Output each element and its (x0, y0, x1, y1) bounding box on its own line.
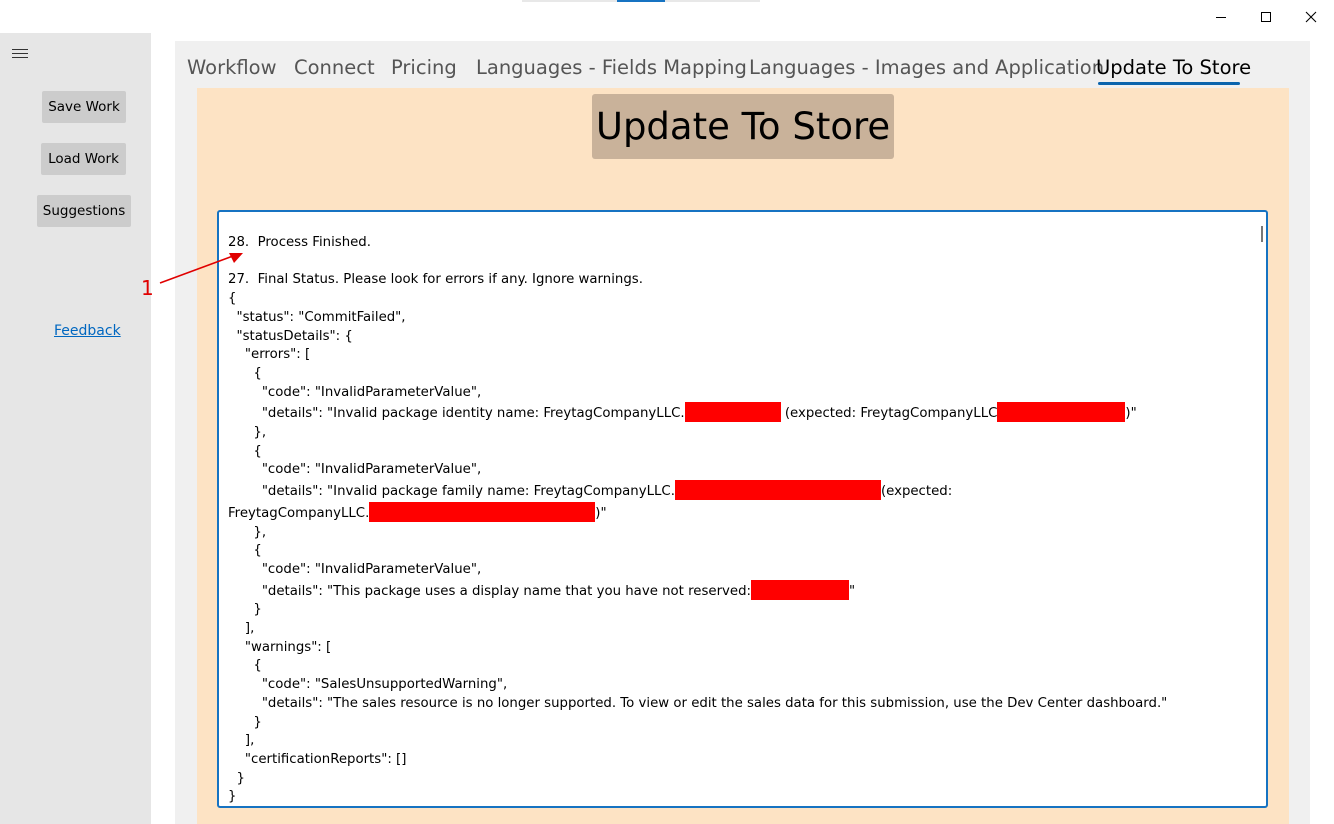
redaction-box (369, 501, 596, 522)
redaction-box (751, 579, 850, 600)
annotation-label: 1 (141, 276, 154, 300)
log-line: { (228, 543, 262, 559)
maximize-icon (1261, 11, 1271, 22)
redaction-box (997, 402, 1126, 423)
log-line: 27. Final Status. Please look for errors… (228, 272, 643, 288)
active-tab-indicator (1098, 82, 1240, 85)
title-bar-tab (522, 0, 617, 2)
log-line: "details": "The sales resource is no lon… (228, 695, 1168, 711)
log-line: "details": "Invalid package family name:… (228, 484, 675, 500)
log-line: FreytagCompanyLLC. (228, 505, 370, 521)
tab-update-to-store[interactable]: Update To Store (1096, 56, 1251, 79)
log-line: " (849, 583, 856, 599)
log-line: } (228, 602, 262, 618)
title-bar-tab-active (617, 0, 665, 2)
save-work-button[interactable]: Save Work (42, 91, 126, 123)
log-line: }, (228, 425, 267, 441)
tab-pricing[interactable]: Pricing (391, 56, 457, 79)
log-line: "certificationReports": [] (228, 751, 407, 767)
scrollbar-thumb[interactable] (1261, 226, 1263, 242)
redaction-box (674, 480, 881, 501)
hamburger-menu-icon[interactable] (12, 47, 30, 61)
log-line: (expected: (880, 484, 953, 500)
log-line: } (228, 770, 245, 786)
minimize-icon (1216, 16, 1226, 18)
log-line: }, (228, 524, 267, 540)
maximize-button[interactable] (1243, 0, 1289, 33)
suggestions-button[interactable]: Suggestions (37, 195, 131, 227)
log-line: )" (1125, 406, 1137, 422)
log-text: 28. Process Finished. 27. Final Status. … (228, 234, 1248, 806)
page-title: Update To Store (592, 94, 894, 159)
close-icon (1305, 11, 1317, 22)
tab-bar: Workflow Connect Pricing Languages - Fie… (175, 41, 1310, 88)
annotation-arrow-icon (159, 253, 243, 284)
log-output-textbox[interactable]: 28. Process Finished. 27. Final Status. … (217, 210, 1268, 808)
log-line: "code": "InvalidParameterValue", (228, 561, 482, 577)
log-line: (expected: FreytagCompanyLLC (780, 406, 998, 422)
close-button[interactable] (1288, 0, 1334, 33)
log-line: } (228, 789, 237, 805)
log-line: { (228, 365, 262, 381)
log-line: "statusDetails": { (228, 328, 353, 344)
left-navigation-pane: Save Work Load Work Suggestions Feedback (0, 33, 151, 824)
log-line: "warnings": [ (228, 639, 332, 655)
log-line: "status": "CommitFailed", (228, 309, 406, 325)
tab-languages-images-and-application[interactable]: Languages - Images and Application (749, 56, 1104, 79)
log-line: ], (228, 621, 255, 637)
tab-workflow[interactable]: Workflow (187, 56, 277, 79)
log-line: "code": "InvalidParameterValue", (228, 462, 482, 478)
log-line: { (228, 443, 262, 459)
title-bar (0, 0, 1334, 33)
log-line: )" (595, 505, 607, 521)
log-line: ], (228, 733, 255, 749)
log-line: "errors": [ (228, 347, 311, 363)
log-line: "details": "Invalid package identity nam… (228, 406, 685, 422)
redaction-box (684, 402, 781, 423)
log-line: "code": "SalesUnsupportedWarning", (228, 677, 508, 693)
log-line: 28. Process Finished. (228, 235, 371, 250)
feedback-link[interactable]: Feedback (54, 323, 121, 339)
log-line: { (228, 658, 262, 674)
title-bar-tab (665, 0, 760, 2)
log-line: "code": "InvalidParameterValue", (228, 384, 482, 400)
load-work-button[interactable]: Load Work (41, 143, 126, 175)
log-line: } (228, 714, 262, 730)
main-content: Workflow Connect Pricing Languages - Fie… (175, 41, 1310, 824)
tab-connect[interactable]: Connect (294, 56, 375, 79)
log-line: "details": "This package uses a display … (228, 583, 752, 599)
minimize-button[interactable] (1198, 0, 1244, 33)
update-to-store-panel: Update To Store 28. Process Finished. 27… (197, 88, 1289, 824)
tab-languages-fields-mapping[interactable]: Languages - Fields Mapping (476, 56, 747, 79)
log-line: { (228, 291, 237, 307)
